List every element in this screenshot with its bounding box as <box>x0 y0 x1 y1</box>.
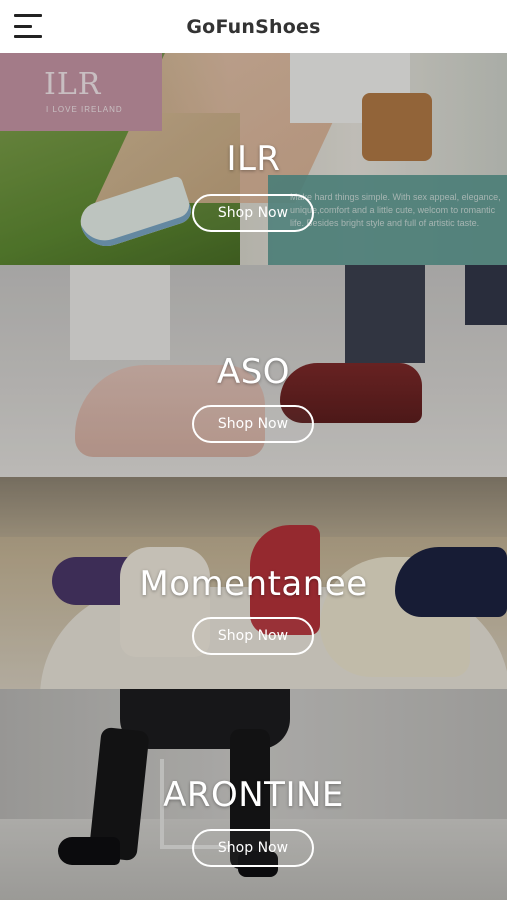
banner-title-arontine: ARONTINE <box>163 775 344 815</box>
banner-title-ilr: ILR <box>226 139 281 179</box>
menu-icon-bar-top <box>14 14 42 17</box>
brand-banner-arontine[interactable]: ARONTINE Shop Now <box>0 689 507 900</box>
shop-now-button-ilr[interactable]: Shop Now <box>192 194 314 232</box>
banner-title-momentanee: Momentanee <box>139 564 368 604</box>
app-header: GoFunShoes <box>0 0 507 53</box>
shop-now-button-momentanee[interactable]: Shop Now <box>192 617 314 655</box>
brand-banner-aso[interactable]: ASO Shop Now <box>0 265 507 477</box>
menu-icon-bar-middle <box>14 24 32 28</box>
app-title: GoFunShoes <box>186 15 321 38</box>
brand-banner-ilr[interactable]: ILR I LOVE IRELAND Make hard things simp… <box>0 53 507 265</box>
shop-now-button-arontine[interactable]: Shop Now <box>192 829 314 867</box>
menu-button[interactable] <box>14 12 44 40</box>
menu-icon-bar-bottom <box>14 35 42 38</box>
banner-title-aso: ASO <box>216 352 291 392</box>
shop-now-button-aso[interactable]: Shop Now <box>192 405 314 443</box>
app-root: GoFunShoes ILR I LOVE IRELAND Make hard … <box>0 0 507 900</box>
brand-banner-momentanee[interactable]: Momentanee Shop Now <box>0 477 507 689</box>
